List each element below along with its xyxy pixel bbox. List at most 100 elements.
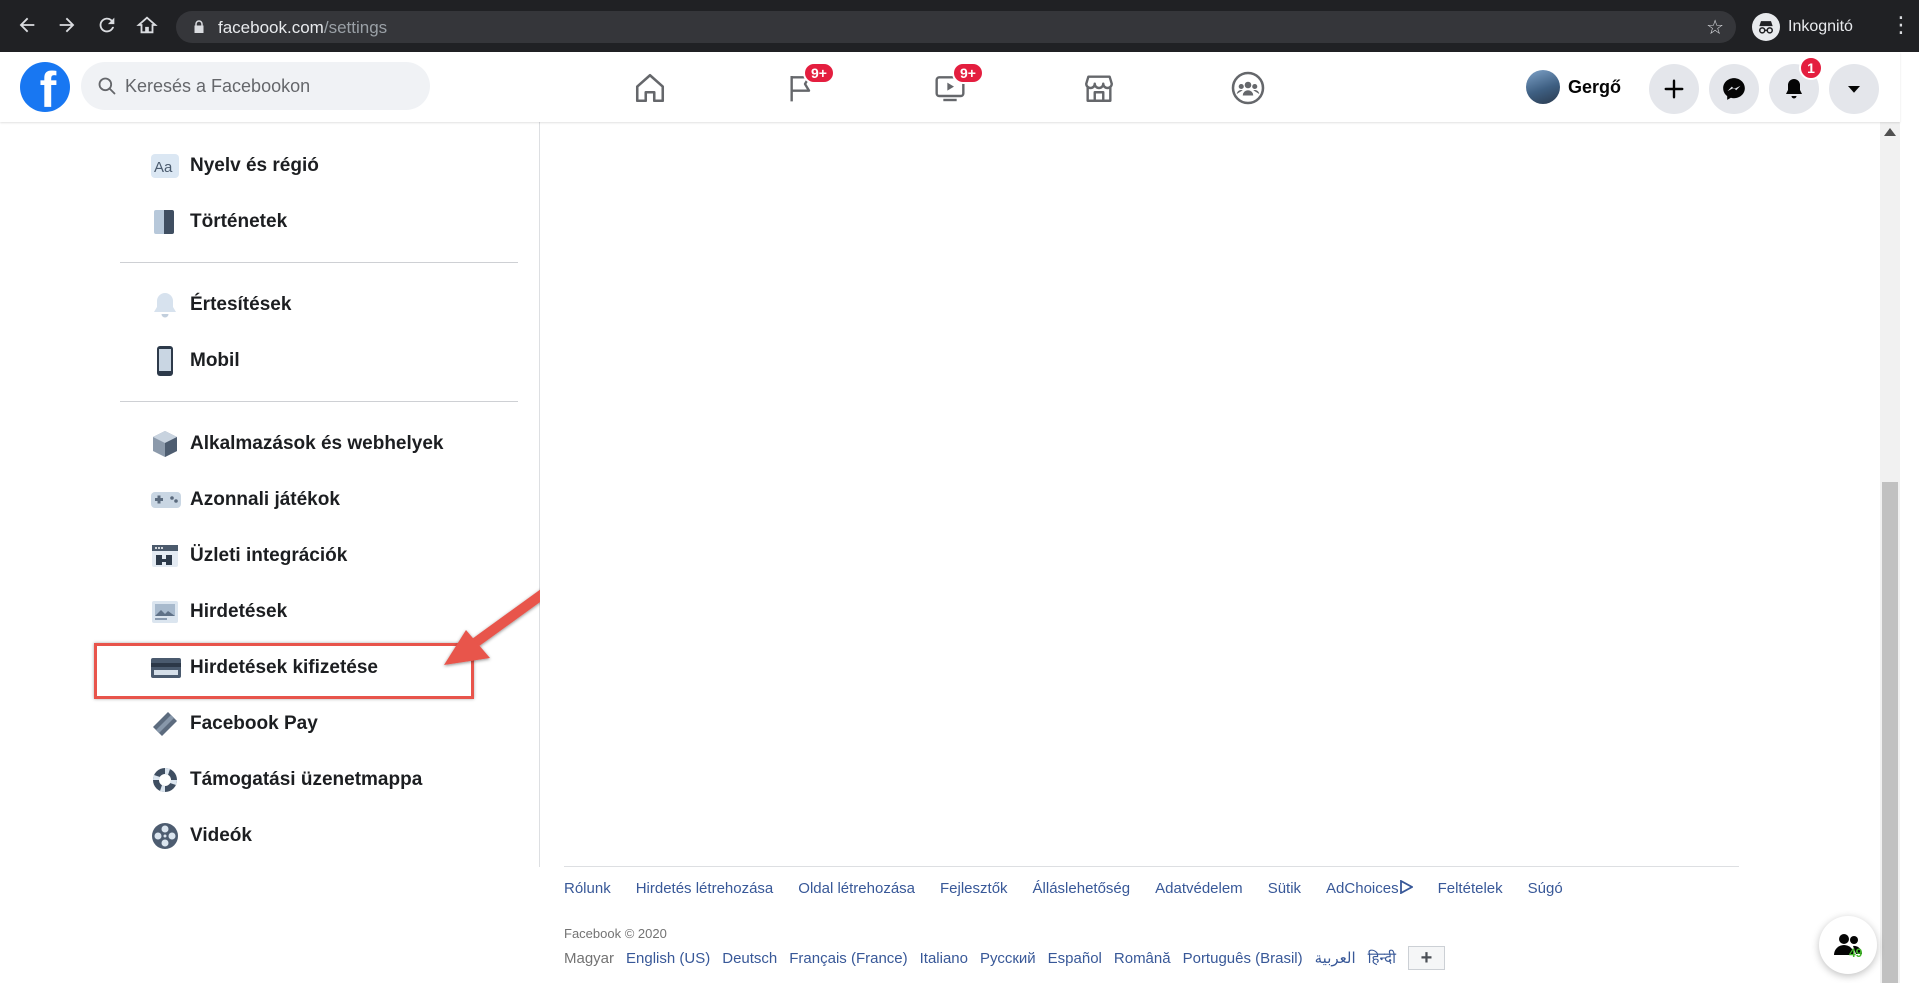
search-box[interactable] [81,62,430,110]
adchoices-icon [1399,879,1414,895]
account-menu-button[interactable] [1829,64,1879,114]
language-link[interactable]: Русский [980,950,1036,967]
messenger-icon [1723,78,1745,100]
notifications-button[interactable]: 1 [1769,56,1823,114]
gamepad-icon [151,492,181,508]
nav-groups[interactable] [1226,66,1270,110]
contacts-button[interactable]: 49 [1819,916,1877,974]
home-browser-icon[interactable] [134,14,160,40]
stories-icon [154,210,174,234]
footer-link[interactable]: Álláslehetőség [1033,880,1131,897]
bookmark-star-icon[interactable]: ☆ [1706,15,1724,40]
browser-toolbar: facebook.com/settings ☆ Inkognitó ⋮ [0,0,1919,52]
mobile-icon [157,346,173,376]
notifications-badge: 1 [1799,56,1823,80]
facebook-pay-icon [153,712,177,736]
settings-item-videos[interactable]: Videók [140,810,520,862]
pages-badge: 9+ [803,62,835,84]
language-link[interactable]: Română [1114,950,1171,967]
contacts-online-count: 49 [1849,946,1863,960]
language-link[interactable]: हिन्दी [1368,948,1396,968]
footer-link[interactable]: Rólunk [564,880,611,897]
language-link[interactable]: Español [1048,950,1102,967]
watch-badge: 9+ [952,62,984,84]
settings-item-label: Üzleti integrációk [190,545,348,566]
store-icon [1085,75,1113,102]
forward-icon[interactable] [54,14,80,40]
language-selector: Magyar English (US) Deutsch Français (Fr… [564,946,1445,970]
facebook-logo[interactable]: f [20,62,70,112]
avatar [1526,70,1560,104]
settings-item-label: Történetek [190,211,288,232]
language-icon: Aa [151,154,179,178]
reload-icon[interactable] [94,14,120,40]
more-languages-button[interactable]: + [1407,946,1445,970]
language-link[interactable]: English (US) [626,950,710,967]
scroll-up-icon[interactable] [1884,128,1896,136]
settings-item-label: Mobil [190,350,240,371]
business-integration-icon [152,545,178,567]
menu-divider [120,401,518,402]
messenger-button[interactable] [1709,64,1759,114]
settings-content [540,122,1880,983]
home-icon [635,73,665,103]
current-language: Magyar [564,949,615,967]
browser-menu-icon[interactable]: ⋮ [1890,12,1912,38]
bell-icon [1786,79,1802,99]
menu-divider [120,262,518,263]
settings-item-label: Videók [190,825,252,846]
scrollbar-thumb[interactable] [1882,482,1898,983]
footer-link[interactable]: Feltételek [1438,880,1503,897]
profile-button[interactable]: Gergő [1526,64,1629,110]
address-bar[interactable]: facebook.com/settings ☆ [176,11,1736,43]
create-button[interactable] [1649,64,1699,114]
settings-item-label: Támogatási üzenetmappa [190,769,423,790]
nav-pages[interactable]: 9+ [779,62,835,110]
footer-link-adchoices[interactable]: AdChoices [1326,879,1414,897]
incognito-label: Inkognitó [1788,18,1853,35]
settings-item-label: Azonnali játékok [190,489,340,510]
footer-link[interactable]: Fejlesztők [940,880,1008,897]
footer-link[interactable]: Oldal létrehozása [798,880,915,897]
svg-text:Aa: Aa [154,159,173,176]
language-link[interactable]: العربية [1315,949,1356,967]
settings-item-label: Hirdetések [190,601,288,622]
page-scrollbar[interactable] [1880,122,1900,983]
lifebuoy-icon [152,767,178,793]
facebook-header: f 9+ 9+ Gergő 1 [0,52,1900,122]
footer-links: Rólunk Hirdetés létrehozása Oldal létreh… [564,879,1563,897]
settings-item-support-inbox[interactable]: Támogatási üzenetmappa [140,754,520,806]
footer-link[interactable]: Adatvédelem [1155,880,1243,897]
groups-icon [1231,71,1265,105]
footer-link[interactable]: Sütik [1268,880,1301,897]
search-icon [98,77,116,95]
settings-item-facebook-pay[interactable]: Facebook Pay [140,698,520,750]
copyright: Facebook © 2020 [564,926,667,941]
nav-home[interactable] [628,66,672,110]
plus-icon [1664,79,1684,99]
settings-item-mobile[interactable]: Mobil [140,335,520,387]
back-icon[interactable] [14,14,40,40]
apps-cube-icon [153,431,177,457]
settings-item-label: Alkalmazások és webhelyek [190,433,444,454]
nav-marketplace[interactable] [1077,66,1121,110]
settings-item-language[interactable]: Aa Nyelv és régió [140,140,520,192]
language-link[interactable]: Português (Brasil) [1183,950,1303,967]
search-input[interactable] [125,70,415,102]
footer-divider [564,866,1739,867]
incognito-indicator[interactable]: Inkognitó [1752,10,1853,44]
language-link[interactable]: Italiano [920,950,968,967]
settings-item-notifications[interactable]: Értesítések [140,279,520,331]
incognito-icon [1752,13,1780,41]
footer-link[interactable]: Hirdetés létrehozása [636,880,774,897]
ads-icon [152,601,178,623]
caret-down-icon [1848,86,1860,93]
settings-item-stories[interactable]: Történetek [140,196,520,248]
footer-link[interactable]: Súgó [1528,880,1563,897]
settings-item-label: Nyelv és régió [190,155,319,176]
language-link[interactable]: Deutsch [722,950,777,967]
settings-item-apps[interactable]: Alkalmazások és webhelyek [140,418,520,470]
language-link[interactable]: Français (France) [789,950,907,967]
nav-watch[interactable]: 9+ [928,62,984,110]
url-text: facebook.com/settings [218,18,388,37]
